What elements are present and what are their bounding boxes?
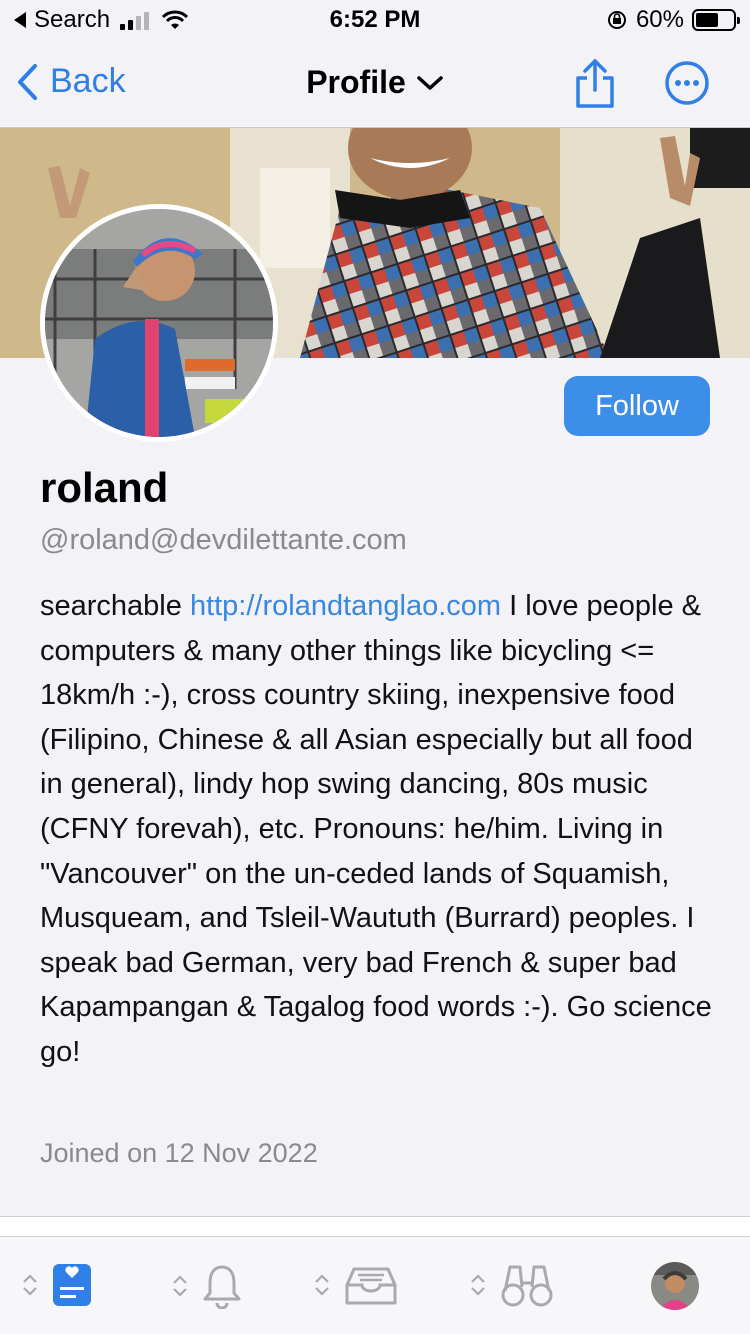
bio-link[interactable]: http://rolandtanglao.com (190, 590, 501, 622)
account-avatar (651, 1262, 699, 1310)
display-name: roland (40, 464, 169, 511)
joined-date: Joined on 12 Nov 2022 (40, 1138, 318, 1168)
battery-percent: 60% (635, 6, 684, 33)
navigation-bar: Back Profile (0, 40, 750, 128)
account-handle: @roland@devdilettante.com (40, 524, 407, 556)
profile-section: Follow roland @roland@devdilettante.com … (0, 358, 750, 1216)
status-bar: Search 6:52 PM 60% (0, 0, 750, 40)
tab-notifications[interactable] (172, 1263, 242, 1309)
tab-explore[interactable] (470, 1263, 554, 1307)
bio-text: searchable (40, 590, 190, 622)
more-options-button[interactable] (664, 60, 710, 106)
bio-text: I love people & computers & many other t… (40, 590, 712, 1068)
switch-chevron-icon (314, 1274, 330, 1296)
battery-icon (692, 9, 740, 31)
timeline-icon (53, 1264, 91, 1306)
avatar-photo (45, 209, 273, 437)
tab-bar (0, 1236, 750, 1334)
bell-icon (203, 1265, 241, 1309)
profile-title-dropdown[interactable]: Profile (0, 64, 750, 101)
profile-avatar[interactable] (40, 204, 278, 442)
tab-timeline[interactable] (22, 1263, 92, 1307)
profile-bio: searchable http://rolandtanglao.com I lo… (40, 584, 720, 1075)
status-right: 60% (606, 6, 740, 34)
switch-chevron-icon (22, 1274, 38, 1296)
section-divider (0, 1216, 750, 1236)
inbox-icon (345, 1267, 397, 1305)
orientation-lock-icon (607, 11, 626, 29)
follow-button[interactable]: Follow (564, 376, 710, 436)
page-title: Profile (306, 64, 406, 100)
tab-account[interactable] (650, 1261, 700, 1311)
switch-chevron-icon (172, 1275, 188, 1297)
chevron-down-icon (417, 75, 443, 90)
tab-inbox[interactable] (314, 1263, 398, 1307)
switch-chevron-icon (470, 1274, 486, 1296)
binoculars-icon (501, 1265, 553, 1307)
share-button[interactable] (573, 58, 617, 110)
